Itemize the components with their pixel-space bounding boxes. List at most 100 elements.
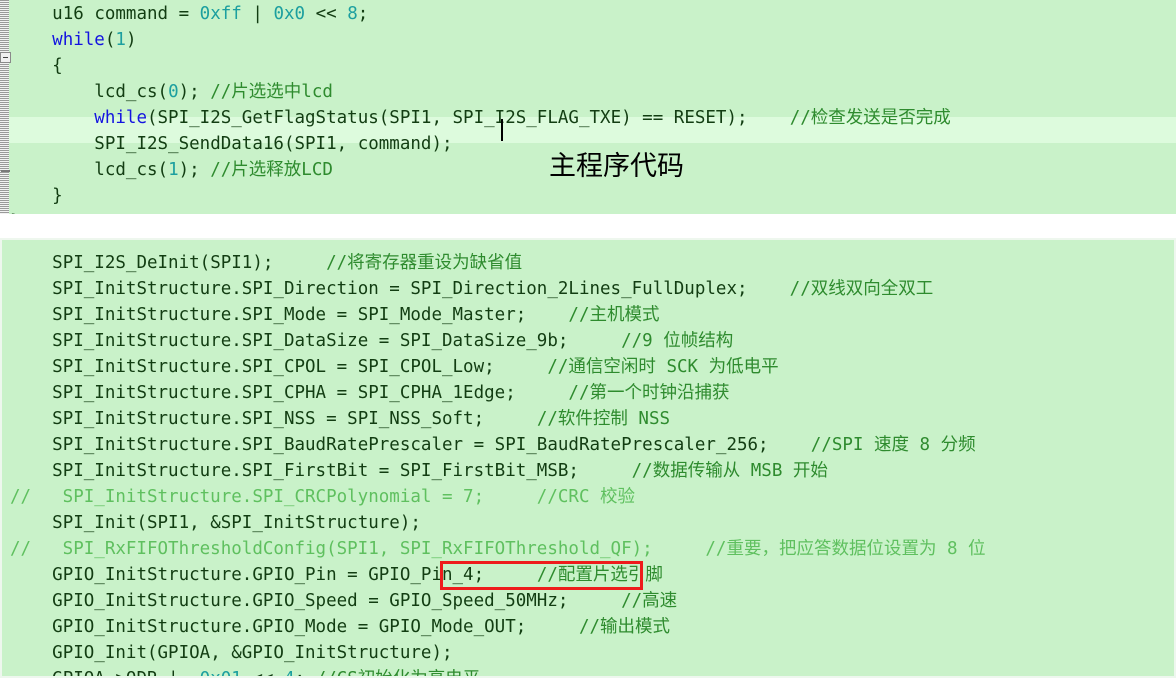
- code-line: SPI_I2S_SendData16(SPI1, command);: [10, 131, 951, 157]
- code-token-plain: SPI_InitStructure.SPI_BaudRatePrescaler …: [52, 435, 811, 455]
- code-line: lcd_cs(0); //片选选中lcd: [10, 79, 951, 105]
- code-token-kw: while: [52, 30, 105, 50]
- main-program-annotation: 主程序代码: [549, 151, 684, 182]
- code-token-plain: (: [104, 30, 116, 50]
- code-line: lcd_cs(1); //片选释放LCD: [10, 157, 951, 183]
- code-token-cmt: //片选选中lcd: [210, 82, 333, 102]
- editor-fold-gutter[interactable]: [0, 0, 11, 214]
- code-token-plain: );: [178, 82, 211, 102]
- code-token-kw: while: [94, 108, 147, 128]
- code-token-plain: {: [52, 56, 63, 76]
- screenshot-root: u16 command = 0xff | 0x0 << 8; while(1) …: [0, 0, 1176, 678]
- code-token-cmt: //9 位帧结构: [621, 331, 734, 351]
- code-token-plain: lcd_cs(: [94, 160, 169, 180]
- code-token-num: 0x0: [273, 4, 306, 24]
- main-program-code-panel[interactable]: u16 command = 0xff | 0x0 << 8; while(1) …: [0, 0, 1176, 216]
- code-token-cmt: //双线双向全双工: [789, 279, 934, 299]
- code-token-plain: }: [10, 212, 21, 214]
- code-line: SPI_InitStructure.SPI_DataSize = SPI_Dat…: [10, 328, 986, 354]
- code-line: SPI_InitStructure.SPI_FirstBit = SPI_Fir…: [10, 458, 986, 484]
- code-token-plain: SPI_InitStructure.SPI_NSS = SPI_NSS_Soft…: [52, 409, 537, 429]
- code-line: u16 command = 0xff | 0x0 << 8;: [10, 1, 951, 27]
- code-token-cmt: //SPI 速度 8 分频: [810, 435, 976, 455]
- code-token-cmt: //软件控制 NSS: [536, 409, 671, 429]
- code-line: GPIO_Init(GPIOA, &GPIO_InitStructure);: [10, 640, 986, 666]
- code-token-plain: GPIO_InitStructure.GPIO_Speed = GPIO_Spe…: [52, 591, 622, 611]
- init-code-text[interactable]: SPI_I2S_DeInit(SPI1); //将寄存器重设为缺省值 SPI_I…: [10, 250, 986, 676]
- code-token-plain: (SPI_I2S_GetFlagStatus(SPI1, SPI_I2S_FLA…: [146, 108, 790, 128]
- code-token-cmt: //主机模式: [568, 305, 660, 325]
- code-token-cmt: //检查发送是否完成: [789, 108, 951, 128]
- code-token-plain: SPI_InitStructure.SPI_Direction = SPI_Di…: [52, 279, 790, 299]
- code-token-cmt: //通信空闲时 SCK 为低电平: [547, 357, 779, 377]
- code-token-plain: SPI_I2S_SendData16(SPI1, command);: [94, 134, 453, 154]
- main-code-text[interactable]: u16 command = 0xff | 0x0 << 8; while(1) …: [10, 1, 951, 214]
- code-line: SPI_I2S_DeInit(SPI1); //将寄存器重设为缺省值: [10, 250, 986, 276]
- code-line: while(1): [10, 27, 951, 53]
- code-token-plain: lcd_cs(: [94, 82, 169, 102]
- code-token-plain: SPI_InitStructure.SPI_CPHA = SPI_CPHA_1E…: [52, 383, 569, 403]
- code-token-plain: command =: [94, 4, 200, 24]
- code-token-plain: SPI_InitStructure.SPI_CPOL = SPI_CPOL_Lo…: [52, 357, 548, 377]
- code-token-cmt: //数据传输从 MSB 开始: [631, 461, 828, 481]
- code-token-num: 0: [168, 82, 179, 102]
- fold-end-marker-icon[interactable]: [1, 170, 10, 172]
- code-token-plain: SPI_InitStructure.SPI_FirstBit = SPI_Fir…: [52, 461, 632, 481]
- text-caret: [501, 119, 503, 141]
- code-token-plain: <<: [242, 669, 284, 676]
- code-line: SPI_InitStructure.SPI_Direction = SPI_Di…: [10, 276, 986, 302]
- code-line: SPI_InitStructure.SPI_CPOL = SPI_CPOL_Lo…: [10, 354, 986, 380]
- code-line: GPIO_InitStructure.GPIO_Speed = GPIO_Spe…: [10, 588, 986, 614]
- code-line: // SPI_RxFIFOThresholdConfig(SPI1, SPI_R…: [10, 536, 986, 562]
- code-token-num: 0xff: [199, 4, 242, 24]
- code-line: }: [10, 209, 951, 214]
- code-token-plain: u16: [52, 4, 95, 24]
- code-token-cmt: //CS初始化为高电平: [316, 669, 481, 676]
- code-line: {: [10, 53, 951, 79]
- code-token-cmt: //片选释放LCD: [210, 160, 333, 180]
- code-line: GPIO_InitStructure.GPIO_Mode = GPIO_Mode…: [10, 614, 986, 640]
- code-line: SPI_InitStructure.SPI_CPHA = SPI_CPHA_1E…: [10, 380, 986, 406]
- code-line: GPIOA->ODR |= 0x01 << 4; //CS初始化为高电平: [10, 666, 986, 676]
- code-line: while(SPI_I2S_GetFlagStatus(SPI1, SPI_I2…: [10, 105, 951, 131]
- code-token-num: 4: [284, 669, 295, 676]
- initialization-code-panel[interactable]: SPI_I2S_DeInit(SPI1); //将寄存器重设为缺省值 SPI_I…: [0, 238, 1176, 678]
- code-token-num: 1: [168, 160, 179, 180]
- code-token-plain: ): [125, 30, 137, 50]
- code-token-plain: }: [52, 186, 63, 206]
- code-token-plain: ;: [357, 4, 369, 24]
- code-token-plain: SPI_I2S_DeInit(SPI1);: [52, 253, 327, 273]
- code-line: }: [10, 183, 951, 209]
- code-token-dis: // SPI_RxFIFOThresholdConfig(SPI1, SPI_R…: [10, 539, 986, 559]
- code-token-plain: SPI_InitStructure.SPI_DataSize = SPI_Dat…: [52, 331, 622, 351]
- code-token-num: 0x01: [200, 669, 242, 676]
- code-token-plain: GPIO_InitStructure.GPIO_Mode = GPIO_Mode…: [52, 617, 579, 637]
- code-token-plain: ;: [295, 669, 316, 676]
- code-token-cmt: //第一个时钟沿捕获: [568, 383, 730, 403]
- code-token-num: 8: [347, 4, 358, 24]
- code-line: SPI_InitStructure.SPI_BaudRatePrescaler …: [10, 432, 986, 458]
- code-line: SPI_InitStructure.SPI_NSS = SPI_NSS_Soft…: [10, 406, 986, 432]
- code-line: // SPI_InitStructure.SPI_CRCPolynomial =…: [10, 484, 986, 510]
- code-token-cmt: //将寄存器重设为缺省值: [326, 253, 523, 273]
- code-line: SPI_InitStructure.SPI_Mode = SPI_Mode_Ma…: [10, 302, 986, 328]
- code-token-plain: GPIOA->ODR |=: [52, 669, 200, 676]
